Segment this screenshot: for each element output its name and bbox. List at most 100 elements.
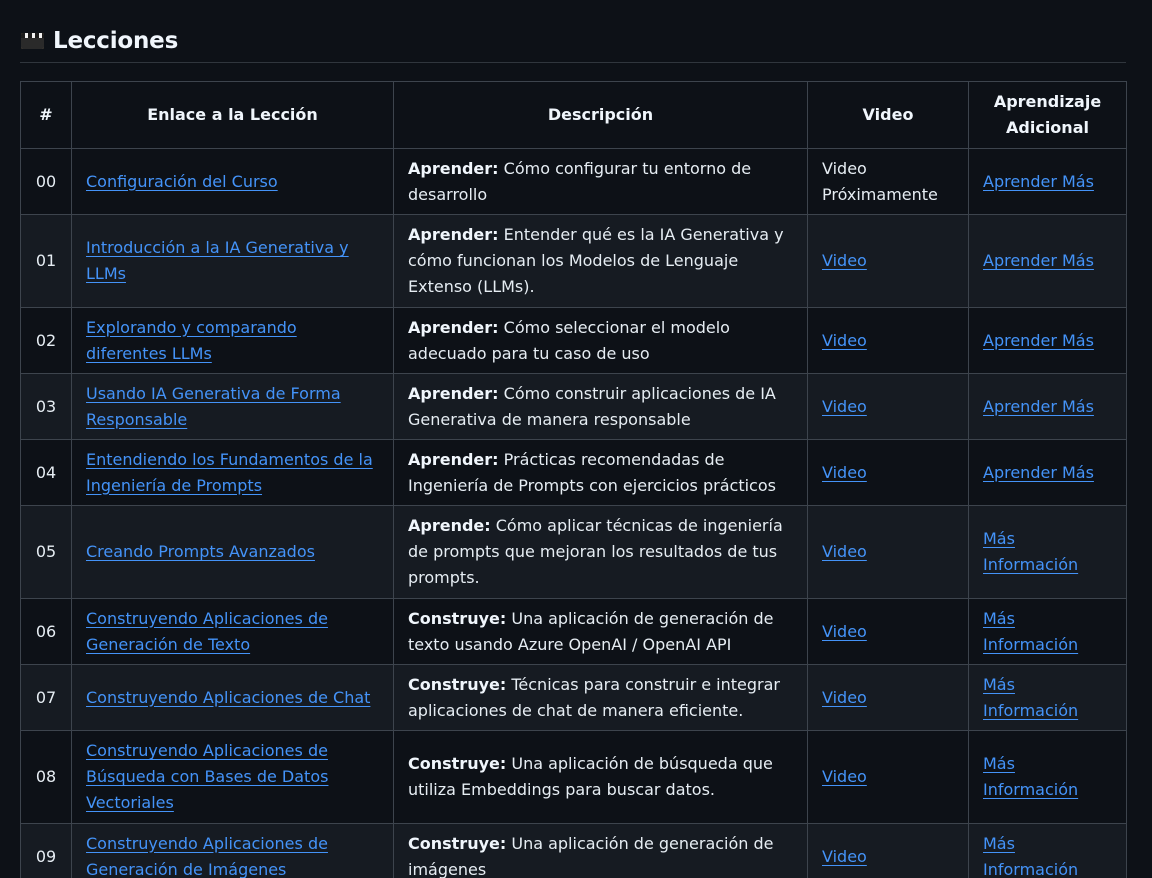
lesson-link-cell: Creando Prompts Avanzados <box>71 505 394 599</box>
description-label: Aprender: <box>408 158 499 178</box>
video-cell: Video <box>807 598 969 665</box>
lesson-link[interactable]: Explorando y comparando diferentes LLMs <box>86 318 297 363</box>
lesson-description: Aprende: Cómo aplicar técnicas de ingeni… <box>393 505 808 599</box>
video-link[interactable]: Video <box>822 688 867 707</box>
learn-more-link[interactable]: Más Información <box>983 834 1078 878</box>
learn-more-link[interactable]: Aprender Más <box>983 172 1094 191</box>
video-link[interactable]: Video <box>822 622 867 641</box>
table-row: 00 Configuración del Curso Aprender: Cómo … <box>20 148 1127 215</box>
lesson-link[interactable]: Creando Prompts Avanzados <box>86 542 315 561</box>
header-description: Descripción <box>393 81 808 149</box>
additional-learning-cell: Más Información <box>968 730 1127 824</box>
lesson-link[interactable]: Construyendo Aplicaciones de Generación … <box>86 609 328 654</box>
video-link[interactable]: Video <box>822 251 867 270</box>
lesson-number: 05 <box>20 505 72 599</box>
video-cell: Video <box>807 505 969 599</box>
header-lesson-link: Enlace a la Lección <box>71 81 394 149</box>
description-label: Construye: <box>408 754 507 773</box>
video-cell: Video <box>807 439 969 506</box>
lesson-number: 02 <box>20 307 72 374</box>
description-label: Aprender: <box>408 449 499 469</box>
video-link[interactable]: Video <box>822 542 867 561</box>
learn-more-link[interactable]: Más Información <box>983 675 1078 720</box>
lesson-link-cell: Explorando y comparando diferentes LLMs <box>71 307 394 374</box>
lesson-link[interactable]: Usando IA Generativa de Forma Responsabl… <box>86 384 341 429</box>
lesson-number: 09 <box>20 823 72 878</box>
learn-more-link[interactable]: Más Información <box>983 609 1078 654</box>
lesson-link-cell: Construyendo Aplicaciones de Generación … <box>71 823 394 878</box>
video-cell: Video <box>807 373 969 440</box>
additional-learning-cell: Aprender Más <box>968 439 1127 506</box>
lesson-number: 00 <box>20 148 72 215</box>
video-link[interactable]: Video <box>822 331 867 350</box>
additional-learning-cell: Aprender Más <box>968 214 1127 308</box>
lesson-link[interactable]: Construyendo Aplicaciones de Chat <box>86 688 370 707</box>
lesson-description: Aprender: Cómo seleccionar el modelo ade… <box>393 307 808 374</box>
lessons-section: Lecciones # Enlace a la Lección Descripc… <box>20 22 1127 878</box>
table-header-row: # Enlace a la Lección Descripción Video … <box>20 81 1127 149</box>
lesson-link[interactable]: Introducción a la IA Generativa y LLMs <box>86 238 349 283</box>
description-label: Construye: <box>408 674 507 694</box>
description-label: Construye: <box>408 833 507 853</box>
lesson-link[interactable]: Entendiendo los Fundamentos de la Ingeni… <box>86 450 373 495</box>
additional-learning-cell: Aprender Más <box>968 148 1127 215</box>
lesson-number: 04 <box>20 439 72 506</box>
lesson-number: 01 <box>20 214 72 308</box>
lesson-description: Construye: Técnicas para construir e int… <box>393 664 808 731</box>
header-number: # <box>20 81 72 149</box>
table-row: 02 Explorando y comparando diferentes LLM… <box>20 307 1127 374</box>
table-row: 03 Usando IA Generativa de Forma Responsa… <box>20 373 1127 440</box>
additional-learning-cell: Más Información <box>968 505 1127 599</box>
section-title: Lecciones <box>53 28 179 54</box>
additional-learning-cell: Más Información <box>968 823 1127 878</box>
lesson-description: Aprender: Entender qué es la IA Generati… <box>393 214 808 308</box>
lesson-link-cell: Usando IA Generativa de Forma Responsabl… <box>71 373 394 440</box>
additional-learning-cell: Aprender Más <box>968 307 1127 374</box>
lesson-link-cell: Entendiendo los Fundamentos de la Ingeni… <box>71 439 394 506</box>
video-cell: Video Próximamente <box>807 148 969 215</box>
lesson-link[interactable]: Configuración del Curso <box>86 172 278 191</box>
table-row: 07 Construyendo Aplicaciones de Chat Const… <box>20 664 1127 731</box>
learn-more-link[interactable]: Aprender Más <box>983 331 1094 350</box>
lesson-link[interactable]: Construyendo Aplicaciones de Generación … <box>86 834 328 878</box>
lesson-description: Construye: Una aplicación de generación … <box>393 823 808 878</box>
lesson-link[interactable]: Construyendo Aplicaciones de Búsqueda co… <box>86 741 328 812</box>
video-coming-soon: Video Próximamente <box>822 158 938 204</box>
video-cell: Video <box>807 214 969 308</box>
additional-learning-cell: Más Información <box>968 598 1127 665</box>
table-row: 01 Introducción a la IA Generativa y LLMs… <box>20 214 1127 308</box>
lesson-description: Construye: Una aplicación de búsqueda qu… <box>393 730 808 824</box>
learn-more-link[interactable]: Más Información <box>983 754 1078 799</box>
lesson-description: Aprender: Cómo construir aplicaciones de… <box>393 373 808 440</box>
video-link[interactable]: Video <box>822 397 867 416</box>
video-link[interactable]: Video <box>822 463 867 482</box>
table-row: 05 Creando Prompts Avanzados Aprende: Cómo… <box>20 505 1127 599</box>
lesson-link-cell: Construyendo Aplicaciones de Búsqueda co… <box>71 730 394 824</box>
lesson-link-cell: Configuración del Curso <box>71 148 394 215</box>
description-label: Aprende: <box>408 516 491 535</box>
lesson-link-cell: Construyendo Aplicaciones de Chat <box>71 664 394 731</box>
learn-more-link[interactable]: Aprender Más <box>983 251 1094 270</box>
video-link[interactable]: Video <box>822 847 867 866</box>
learn-more-link[interactable]: Más Información <box>983 529 1078 574</box>
description-label: Aprender: <box>408 383 499 403</box>
learn-more-link[interactable]: Aprender Más <box>983 397 1094 416</box>
lesson-description: Construye: Una aplicación de generación … <box>393 598 808 665</box>
additional-learning-cell: Más Información <box>968 664 1127 731</box>
table-row: 04 Entendiendo los Fundamentos de la Inge… <box>20 439 1127 506</box>
clapper-board-icon <box>21 33 44 49</box>
description-label: Aprender: <box>408 317 499 337</box>
video-link[interactable]: Video <box>822 767 867 786</box>
header-additional-learning: Aprendizaje Adicional <box>968 81 1127 149</box>
lessons-table: # Enlace a la Lección Descripción Video … <box>20 81 1127 878</box>
description-label: Aprender: <box>408 225 499 244</box>
lesson-description: Aprender: Cómo configurar tu entorno de … <box>393 148 808 215</box>
learn-more-link[interactable]: Aprender Más <box>983 463 1094 482</box>
video-cell: Video <box>807 307 969 374</box>
lesson-link-cell: Construyendo Aplicaciones de Generación … <box>71 598 394 665</box>
table-row: 08 Construyendo Aplicaciones de Búsqueda … <box>20 730 1127 824</box>
lesson-number: 06 <box>20 598 72 665</box>
video-cell: Video <box>807 823 969 878</box>
section-heading: Lecciones <box>20 22 1126 63</box>
header-video: Video <box>807 81 969 149</box>
